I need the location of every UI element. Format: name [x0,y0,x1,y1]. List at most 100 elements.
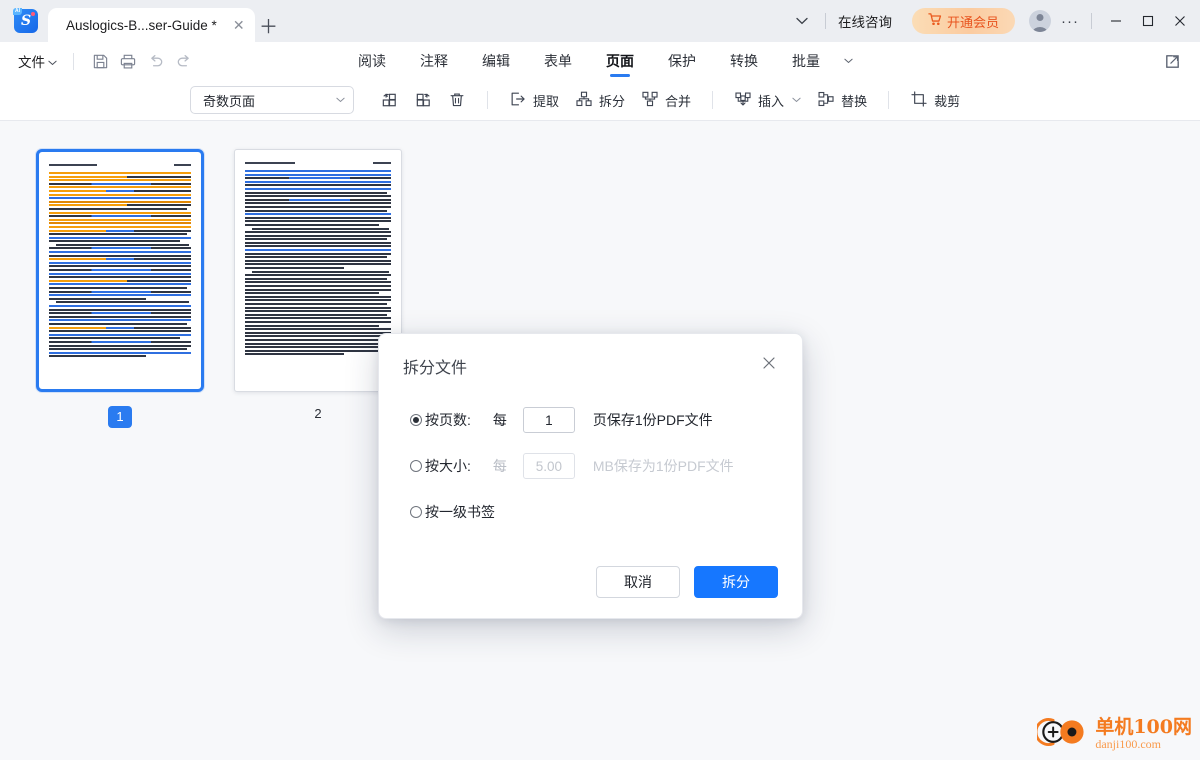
ribbon-tab-batch[interactable]: 批量 [775,42,837,80]
rotate-left-icon[interactable] [372,85,406,115]
watermark-logo-icon [1034,715,1089,754]
divider [712,91,714,109]
menu-bar: 文件 阅读 注释 编辑 表单 页面 保护 转换 批量 [0,42,1200,80]
option-label: 按大小: [425,458,471,474]
file-menu-label: 文件 [18,55,45,70]
radio-by-pages[interactable] [410,414,422,426]
ribbon-tab-label: 编辑 [482,53,510,69]
toolbar-item-label: 拆分 [599,93,626,109]
split-confirm-button[interactable]: 拆分 [694,566,778,598]
online-consult-button[interactable]: 在线咨询 [834,11,896,31]
option-prefix: 每 [492,458,507,474]
crop-icon [910,90,928,111]
divider [888,91,890,109]
page-text-lines [245,170,391,356]
undo-icon[interactable] [142,48,170,74]
split-option-by-pages[interactable]: 按页数: 每 页保存1份PDF文件 [410,406,778,434]
avatar[interactable] [1029,10,1051,32]
new-tab-button[interactable]: ＋ [255,8,283,42]
ribbon-tab-label: 表单 [544,53,572,69]
cart-icon [928,13,942,29]
divider [73,52,74,70]
option-label: 按一级书签 [425,504,495,520]
file-menu-button[interactable]: 文件 [14,48,61,74]
ribbon-tab-label: 注释 [420,53,448,69]
toolbar-item-replace[interactable]: 替换 [809,85,875,115]
page-number-label: 2 [314,406,322,421]
split-icon [575,90,593,111]
page-header-line [245,162,391,164]
toolbar-item-merge[interactable]: 合并 [633,85,699,115]
watermark-text: 单机100网 danji100.com [1095,717,1192,751]
close-icon[interactable]: ✕ [217,18,245,32]
print-icon[interactable] [114,48,142,74]
toolbar-item-extract[interactable]: 提取 [501,85,567,115]
menu-bar-right [1158,48,1186,74]
app-logo: AI S [13,8,38,33]
maximize-button[interactable] [1132,6,1164,36]
ribbon-tab-read[interactable]: 阅读 [341,42,403,80]
trash-icon[interactable] [440,85,474,115]
ribbon-tab-form[interactable]: 表单 [527,42,589,80]
chevron-down-icon [48,54,57,69]
close-icon[interactable] [760,354,778,376]
ribbon-tab-convert[interactable]: 转换 [713,42,775,80]
page-thumbnail-2[interactable] [234,149,402,392]
extract-icon [509,90,527,111]
more-dots-icon[interactable]: ··· [1057,8,1083,34]
title-bar: AI S Auslogics-B...ser-Guide * ✕ ＋ 在线咨询 … [0,0,1200,42]
toolbar-item-label: 提取 [533,93,560,109]
page-toolbar: 奇数页面 提取 拆分 合并 插入 替换 裁剪 [0,80,1200,121]
dialog-body: 按页数: 每 页保存1份PDF文件 按大小: 每 MB保存为1份PDF文件 按一… [403,406,778,526]
ribbon-tab-page[interactable]: 页面 [589,42,651,80]
size-per-file-input[interactable] [522,453,575,479]
toolbar-item-crop[interactable]: 裁剪 [902,85,968,115]
cancel-button[interactable]: 取消 [596,566,680,598]
split-dialog-wrapper: 拆分文件 按页数: 每 页保存1份PDF文件 按大小: 每 [378,333,803,619]
document-tab-title: Auslogics-B...ser-Guide * [66,17,217,33]
radio-by-size[interactable] [410,460,422,472]
option-suffix: 页保存1份PDF文件 [592,412,713,428]
document-tab[interactable]: Auslogics-B...ser-Guide * ✕ [48,8,255,42]
chevron-down-icon[interactable] [837,42,859,80]
page-preview-content [49,164,191,375]
replace-icon [817,90,835,111]
option-label: 按页数: [425,412,471,428]
split-file-dialog: 拆分文件 按页数: 每 页保存1份PDF文件 按大小: 每 [378,333,803,619]
page-thumbnail-1[interactable] [36,149,204,392]
ribbon-tab-edit[interactable]: 编辑 [465,42,527,80]
toolbar-item-label: 裁剪 [934,93,961,109]
toolbar-item-insert[interactable]: 插入 [726,85,809,115]
external-link-icon[interactable] [1158,48,1186,74]
page-number-badge: 1 [108,406,132,428]
title-bar-right: 在线咨询 开通会员 ··· [787,0,1200,42]
upgrade-vip-button[interactable]: 开通会员 [911,8,1015,34]
ribbon-tab-label: 批量 [792,53,820,69]
split-option-by-size[interactable]: 按大小: 每 MB保存为1份PDF文件 [410,452,778,480]
minimize-button[interactable] [1100,6,1132,36]
site-watermark: 单机100网 danji100.com [1034,715,1192,754]
ribbon-tab-label: 转换 [730,53,758,69]
page-text-lines [49,172,191,358]
dialog-footer: 取消 拆分 [403,566,778,598]
redo-icon[interactable] [170,48,198,74]
dialog-title: 拆分文件 [403,360,468,377]
chevron-down-icon[interactable] [787,6,817,36]
thumbnail-item: 1 [36,149,204,428]
ribbon-tab-protect[interactable]: 保护 [651,42,713,80]
toolbar-item-label: 合并 [665,93,692,109]
save-icon[interactable] [86,48,114,74]
ribbon-tab-label: 保护 [668,53,696,69]
dialog-header: 拆分文件 [403,354,778,378]
divider [1091,13,1092,29]
option-prefix: 每 [492,412,507,428]
page-preview-content [245,162,391,377]
toolbar-item-split[interactable]: 拆分 [567,85,633,115]
ribbon-tab-comment[interactable]: 注释 [403,42,465,80]
close-window-button[interactable] [1164,6,1196,36]
radio-by-bookmark[interactable] [410,506,422,518]
split-option-by-bookmark[interactable]: 按一级书签 [410,498,778,526]
page-filter-select[interactable]: 奇数页面 [190,86,354,114]
pages-per-file-input[interactable] [522,407,575,433]
rotate-right-icon[interactable] [406,85,440,115]
